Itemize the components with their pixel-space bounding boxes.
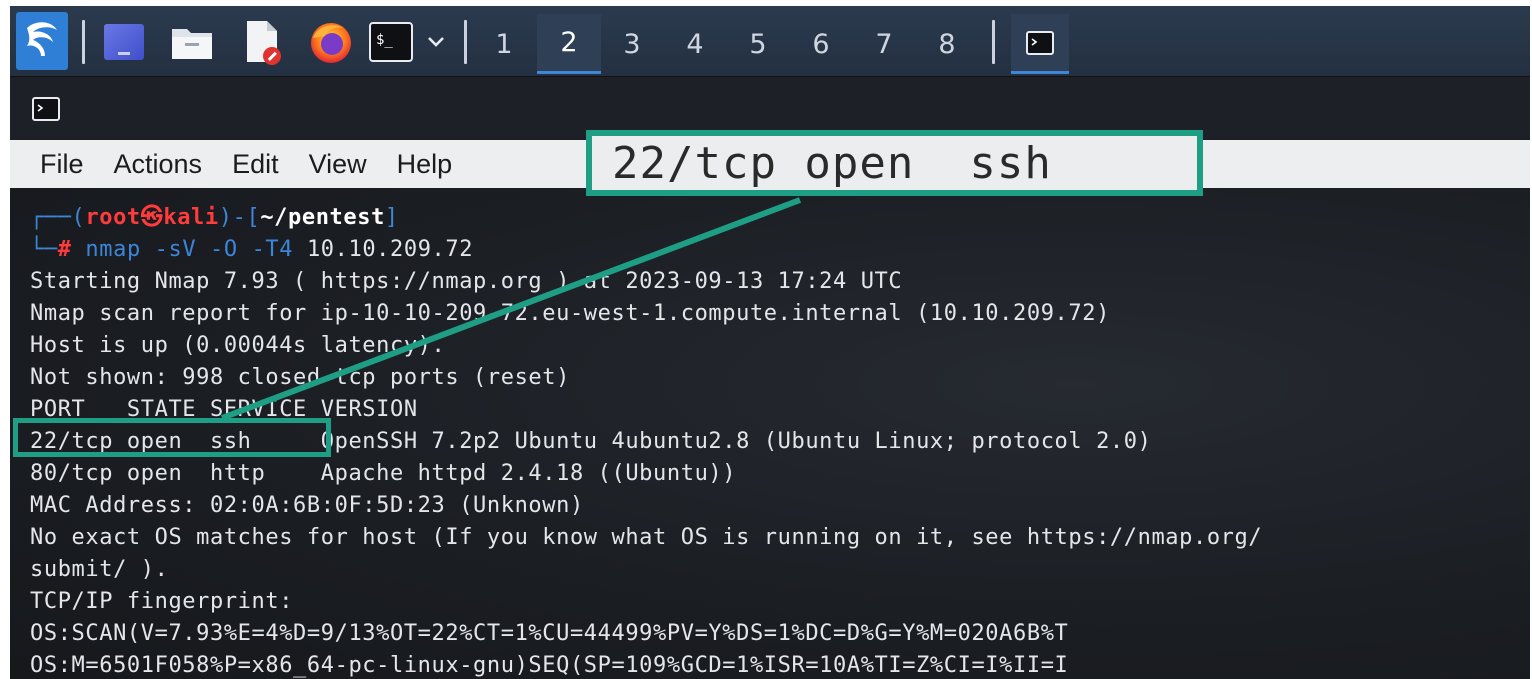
command-args: -sV -O -T4: [140, 237, 294, 262]
annotation-callout: 22/tcp open ssh: [586, 130, 1203, 196]
terminal-icon[interactable]: $_: [368, 21, 414, 63]
taskbar-separator: [82, 20, 85, 64]
taskbar-separator: [992, 20, 995, 64]
output-line: Not shown: 998 closed tcp ports (reset): [30, 365, 570, 390]
output-line: Nmap scan report for ip-10-10-209-72.eu-…: [30, 301, 1110, 326]
folder-icon[interactable]: [168, 20, 216, 64]
text-editor-icon[interactable]: [238, 18, 286, 66]
terminal-window-icon: [32, 97, 60, 125]
output-line: OS:SCAN(V=7.93%E=4%D=9/13%OT=22%CT=1%CU=…: [30, 621, 1069, 646]
output-line: No exact OS matches for host (If you kno…: [30, 525, 1263, 550]
output-line: Starting Nmap 7.93 ( https://nmap.org ) …: [30, 269, 903, 294]
taskbar-separator: [464, 20, 467, 64]
prompt-hash: #: [57, 237, 72, 262]
workspace-4[interactable]: 4: [669, 14, 721, 74]
output-line: 80/tcp open http Apache httpd 2.4.18 ((U…: [30, 461, 737, 486]
prompt-box-bottom: └─: [30, 237, 58, 262]
menu-actions[interactable]: Actions: [99, 140, 218, 188]
annotation-highlight-box: [13, 418, 331, 457]
prompt-path: ~/pentest: [260, 205, 385, 230]
output-line: TCP/IP fingerprint:: [30, 589, 294, 614]
workspace-8[interactable]: 8: [921, 14, 973, 74]
command-target: 10.10.209.72: [293, 237, 474, 262]
screenshot-frame: $_ 1 2 3 4 5 6 7 8 File Actions Edit Vie…: [10, 6, 1530, 679]
menu-help[interactable]: Help: [382, 140, 468, 188]
output-line: Host is up (0.00044s latency).: [30, 333, 446, 358]
menu-edit[interactable]: Edit: [217, 140, 294, 188]
firefox-icon[interactable]: [306, 18, 356, 66]
prompt-line-1: ┌──(root㉿kali)-[~/pentest]: [30, 202, 399, 234]
workspace-5[interactable]: 5: [732, 14, 784, 74]
taskbar: $_ 1 2 3 4 5 6 7 8: [10, 6, 1530, 77]
prompt-line-2: └─# nmap -sV -O -T4 10.10.209.72: [30, 234, 473, 266]
prompt-box-top: ┌──(: [30, 205, 86, 230]
prompt-bracket-end: ]: [384, 205, 399, 230]
workspace-6[interactable]: 6: [795, 14, 847, 74]
kali-dragon-icon[interactable]: [16, 12, 68, 70]
prompt-separator: )-[: [218, 205, 261, 230]
workspace-1[interactable]: 1: [478, 14, 530, 74]
workspace-7[interactable]: 7: [858, 14, 910, 74]
chevron-down-icon[interactable]: [424, 30, 448, 54]
callout-text: 22/tcp open ssh: [612, 137, 1052, 189]
workspace-2[interactable]: 2: [537, 14, 601, 74]
output-line: MAC Address: 02:0A:6B:0F:5D:23 (Unknown): [30, 493, 584, 518]
prompt-user: root㉿kali: [85, 205, 219, 230]
desktop-icon[interactable]: [100, 20, 148, 64]
workspace-3[interactable]: 3: [606, 14, 658, 74]
menu-file[interactable]: File: [10, 140, 99, 188]
terminal-task-icon[interactable]: [1011, 14, 1069, 74]
command-name: nmap: [85, 237, 141, 262]
output-line: submit/ ).: [30, 557, 169, 582]
menu-view[interactable]: View: [294, 140, 382, 188]
output-line: OS:M=6501F058%P=x86_64-pc-linux-gnu)SEQ(…: [30, 653, 1069, 678]
terminal-icon-label: $_: [376, 32, 393, 48]
